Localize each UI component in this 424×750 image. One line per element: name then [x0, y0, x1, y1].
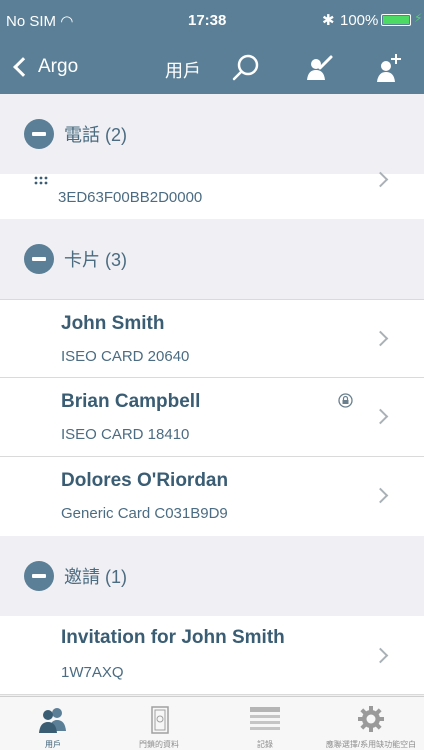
tab-label: 門鎖的資料 — [139, 740, 179, 749]
phone-id: 3ED63F00BB2D0000 — [58, 189, 203, 206]
card-owner: Brian Campbell — [61, 391, 201, 412]
search-icon[interactable] — [230, 52, 262, 84]
keypad-icon — [34, 176, 48, 185]
back-label: Argo — [38, 56, 79, 77]
collapse-icon[interactable] — [24, 119, 54, 149]
tab-users[interactable]: 用戶 — [0, 697, 106, 750]
tab-label: 記錄 — [257, 740, 273, 749]
page-title: 用戶 — [165, 61, 201, 81]
battery-percent: 100% — [340, 12, 379, 29]
navigation-bar: Argo 用戶 — [0, 40, 424, 94]
tab-settings[interactable]: 應聯選擇/系用缺功能空白 — [318, 697, 424, 750]
section-header-phones[interactable]: 電話 (2) — [0, 94, 424, 174]
lock-icon — [338, 393, 353, 408]
back-button[interactable]: Argo — [10, 52, 78, 82]
users-icon — [39, 708, 66, 733]
card-owner: John Smith — [61, 313, 165, 334]
chevron-right-icon — [372, 487, 389, 504]
bluetooth-icon: ✱ — [322, 12, 335, 29]
charging-icon: ⚡ — [414, 11, 423, 25]
phone-row[interactable]: 3ED63F00BB2D0000 — [0, 171, 424, 219]
card-id: ISEO CARD 20640 — [61, 348, 190, 365]
card-row[interactable]: Brian Campbell ISEO CARD 18410 — [0, 378, 424, 457]
card-id: Generic Card C031B9D9 — [61, 505, 228, 522]
status-bar: No SIM ◠ 17:38 ✱ 100% ⚡ — [0, 0, 424, 40]
tab-label: 應聯選擇/系用缺功能空白 — [325, 740, 417, 749]
section-header-invitations[interactable]: 邀請 (1) — [0, 536, 424, 616]
chevron-right-icon — [372, 330, 389, 347]
section-label: 邀請 (1) — [64, 567, 127, 587]
card-owner: Dolores O'Riordan — [61, 470, 229, 491]
card-id: ISEO CARD 18410 — [61, 426, 190, 443]
tab-bar: 用戶 門鎖的資料 記錄 應聯選擇/系用缺功能空白 — [0, 696, 424, 750]
section-header-cards[interactable]: 卡片 (3) — [0, 219, 424, 299]
tab-locks[interactable]: 門鎖的資料 — [106, 697, 212, 750]
tab-label: 用戶 — [45, 740, 61, 749]
invitation-title: Invitation for John Smith — [61, 627, 285, 648]
collapse-icon[interactable] — [24, 561, 54, 591]
invitation-code: 1W7AXQ — [61, 664, 124, 681]
section-label: 電話 (2) — [64, 125, 127, 145]
chevron-right-icon — [372, 171, 389, 188]
chevron-right-icon — [372, 647, 389, 664]
edit-user-icon[interactable] — [302, 52, 334, 84]
door-icon — [151, 706, 169, 734]
chevron-right-icon — [372, 408, 389, 425]
add-user-icon[interactable] — [372, 52, 404, 84]
carrier-label: No SIM ◠ — [6, 13, 74, 30]
card-row[interactable]: John Smith ISEO CARD 20640 — [0, 299, 424, 378]
wifi-icon: ◠ — [60, 13, 74, 30]
log-list-icon — [250, 707, 280, 730]
gear-icon — [358, 706, 384, 732]
chevron-left-icon — [13, 57, 33, 77]
invitation-row[interactable]: Invitation for John Smith 1W7AXQ — [0, 616, 424, 695]
section-label: 卡片 (3) — [64, 250, 127, 270]
user-list[interactable]: 電話 (2) 3ED63F00BB2D0000 卡片 (3) John Smit… — [0, 94, 424, 696]
card-row[interactable]: Dolores O'Riordan Generic Card C031B9D9 — [0, 457, 424, 536]
collapse-icon[interactable] — [24, 244, 54, 274]
status-time: 17:38 — [188, 12, 227, 29]
battery-icon — [381, 14, 411, 26]
tab-logs[interactable]: 記錄 — [212, 697, 318, 750]
